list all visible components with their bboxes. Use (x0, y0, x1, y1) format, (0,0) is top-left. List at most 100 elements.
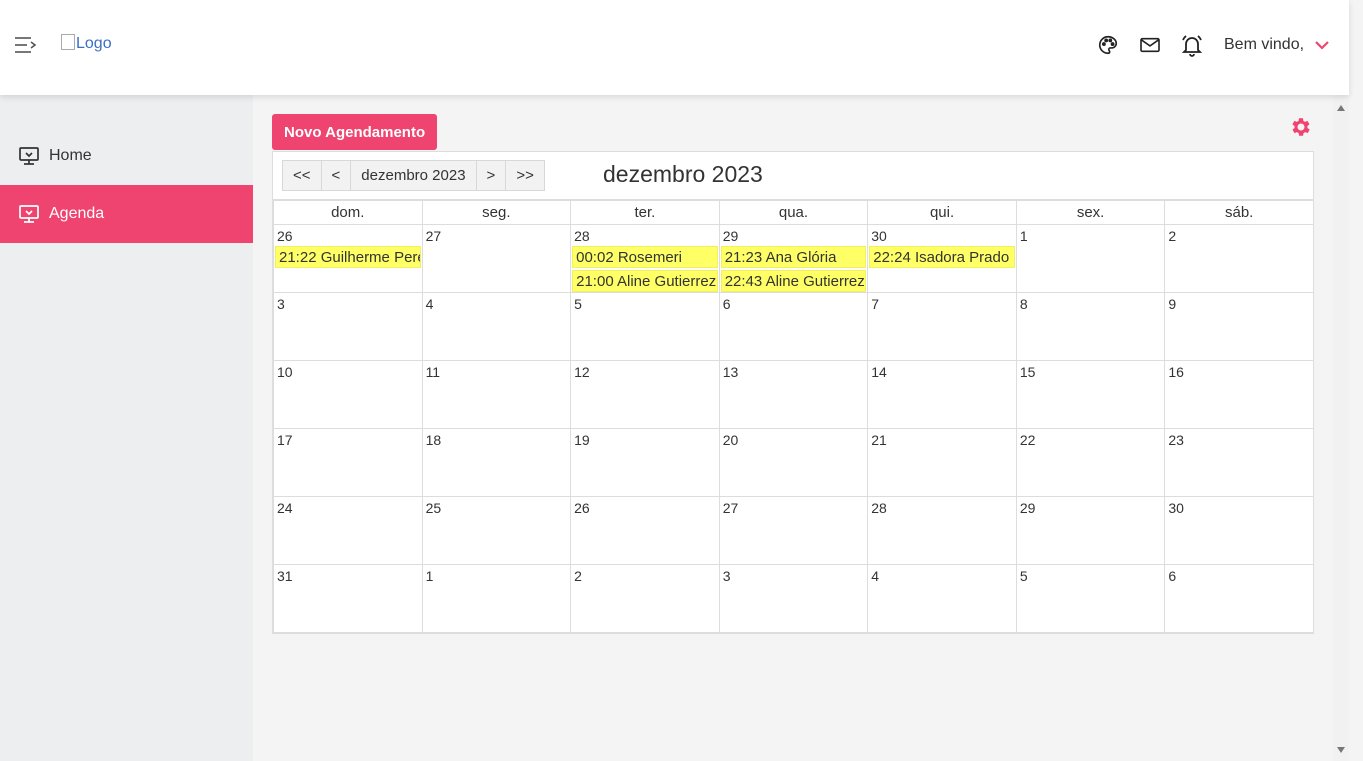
sidebar-item-agenda[interactable]: Agenda (0, 185, 253, 243)
sidebar-item-home[interactable]: Home (0, 127, 253, 185)
user-menu[interactable]: Bem vindo, (1224, 36, 1330, 54)
day-cell[interactable]: 27 (718, 496, 869, 565)
menu-toggle-icon[interactable] (14, 34, 38, 56)
day-number: 17 (277, 432, 293, 448)
bell-icon[interactable] (1179, 32, 1205, 58)
top-header: Logo Bem vindo, (0, 0, 1349, 95)
day-number: 27 (425, 228, 442, 244)
day-cell[interactable]: 8 (1015, 292, 1166, 361)
day-cell[interactable]: 11 (421, 360, 572, 429)
day-cell[interactable]: 31 (273, 564, 423, 633)
calendar-event[interactable]: 21:23 Ana Glória (720, 246, 867, 268)
vertical-scrollbar[interactable] (1333, 95, 1349, 761)
day-cell[interactable]: 27 (421, 224, 572, 293)
day-cell[interactable]: 14 (867, 360, 1017, 429)
palette-icon[interactable] (1095, 32, 1121, 58)
day-number: 1 (425, 568, 434, 584)
day-cell[interactable]: 1 (421, 564, 572, 633)
day-number: 5 (574, 296, 582, 312)
day-cell[interactable]: 9 (1164, 292, 1314, 361)
day-number: 25 (425, 500, 442, 516)
day-number: 30 (1168, 500, 1184, 516)
logo[interactable]: Logo (61, 34, 112, 53)
day-cell[interactable]: 22 (1015, 428, 1166, 497)
day-number: 30 (871, 228, 887, 244)
day-cell[interactable]: 4 (421, 292, 572, 361)
day-number: 1 (1019, 228, 1028, 244)
day-number: 3 (277, 296, 285, 312)
day-cell[interactable]: 6 (718, 292, 869, 361)
last-year-button[interactable]: >> (505, 160, 545, 191)
day-cell[interactable]: 5 (1015, 564, 1166, 633)
week-row: 3 4 5 6 7 8 9 (273, 292, 1314, 361)
broken-image-icon (61, 34, 75, 50)
day-cell[interactable]: 20 (718, 428, 869, 497)
calendar-event[interactable]: 00:02 Rosemeri (572, 246, 718, 268)
day-cell[interactable]: 23 (1164, 428, 1314, 497)
day-cell[interactable]: 17 (273, 428, 423, 497)
day-cell[interactable]: 18 (421, 428, 572, 497)
day-number: 2 (574, 568, 582, 584)
calendar-event[interactable]: 22:43 Aline Gutierrez (720, 270, 867, 292)
day-cell[interactable]: 7 (867, 292, 1017, 361)
day-cell[interactable]: 26 (570, 496, 720, 565)
day-number: 12 (574, 364, 590, 380)
day-cell[interactable]: 5 (570, 292, 720, 361)
day-cell[interactable]: 6 (1164, 564, 1314, 633)
day-cell[interactable]: 28 00:02 Rosemeri 21:00 Aline Gutierrez (570, 224, 720, 293)
day-cell[interactable]: 3 (718, 564, 869, 633)
day-cell[interactable]: 2 (1164, 224, 1314, 293)
first-year-button[interactable]: << (282, 160, 322, 191)
week-row: 10 11 12 13 14 15 16 (273, 360, 1314, 429)
day-cell[interactable]: 3 (273, 292, 423, 361)
main-content: Novo Agendamento << < dezembro 2023 > >>… (253, 95, 1333, 761)
day-number: 16 (1168, 364, 1184, 380)
day-number: 13 (722, 364, 739, 380)
prev-month-button[interactable]: < (320, 160, 352, 191)
day-number: 20 (722, 432, 739, 448)
scroll-down-icon[interactable] (1337, 747, 1345, 753)
day-cell[interactable]: 10 (273, 360, 423, 429)
day-cell[interactable]: 12 (570, 360, 720, 429)
mail-icon[interactable] (1137, 32, 1163, 58)
day-number: 7 (871, 296, 880, 312)
day-cell[interactable]: 26 21:22 Guilherme Pereira (273, 224, 423, 293)
day-cell[interactable]: 29 (1015, 496, 1166, 565)
day-cell[interactable]: 21 (867, 428, 1017, 497)
weekday-header: ter. (570, 200, 720, 225)
day-cell[interactable]: 15 (1015, 360, 1166, 429)
day-number: 4 (871, 568, 880, 584)
day-number: 28 (871, 500, 887, 516)
calendar-event[interactable]: 21:00 Aline Gutierrez (572, 270, 718, 292)
calendar-event[interactable]: 22:24 Isadora Prado (869, 246, 1015, 268)
current-month-button[interactable]: dezembro 2023 (350, 160, 477, 191)
day-cell[interactable]: 24 (273, 496, 423, 565)
day-cell[interactable]: 16 (1164, 360, 1314, 429)
chevron-down-icon (1314, 40, 1330, 50)
day-cell[interactable]: 29 21:23 Ana Glória 22:43 Aline Gutierrez (718, 224, 869, 293)
scroll-up-icon[interactable] (1337, 105, 1345, 111)
gear-icon[interactable] (1289, 115, 1313, 139)
day-cell[interactable]: 25 (421, 496, 572, 565)
day-number: 27 (722, 500, 739, 516)
month-grid: dom. seg. ter. qua. qui. sex. sáb. 26 21:… (273, 200, 1314, 633)
day-number: 9 (1168, 296, 1177, 312)
day-cell[interactable]: 30 22:24 Isadora Prado (867, 224, 1017, 293)
day-cell[interactable]: 2 (570, 564, 720, 633)
new-appointment-button[interactable]: Novo Agendamento (272, 114, 438, 150)
day-number: 23 (1168, 432, 1184, 448)
next-month-button[interactable]: > (475, 160, 507, 191)
weekday-header: sex. (1015, 200, 1166, 225)
day-cell[interactable]: 13 (718, 360, 869, 429)
calendar: << < dezembro 2023 > >> dezembro 2023 do… (272, 151, 1314, 634)
day-cell[interactable]: 1 (1015, 224, 1166, 293)
day-cell[interactable]: 19 (570, 428, 720, 497)
day-cell[interactable]: 4 (867, 564, 1017, 633)
day-cell[interactable]: 28 (867, 496, 1017, 565)
day-cell[interactable]: 30 (1164, 496, 1314, 565)
calendar-event[interactable]: 21:22 Guilherme Pereira (275, 246, 421, 268)
day-number: 28 (574, 228, 590, 244)
calendar-nav: << < dezembro 2023 > >> (282, 160, 545, 191)
calendar-title: dezembro 2023 (603, 161, 763, 187)
day-number: 6 (1168, 568, 1177, 584)
